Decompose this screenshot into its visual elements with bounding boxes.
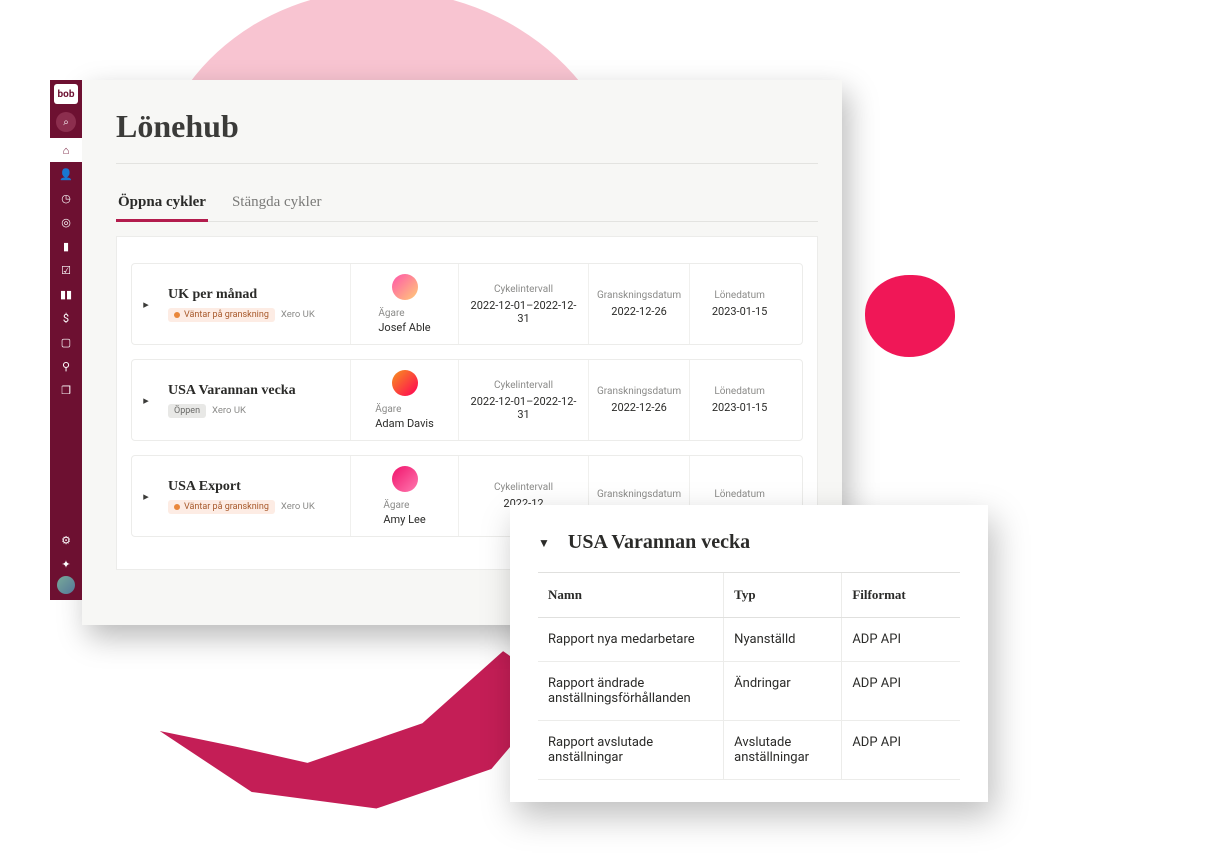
bell-icon[interactable]: ✦ <box>50 552 82 576</box>
user-avatar[interactable] <box>57 576 75 594</box>
tabs: Öppna cykler Stängda cykler <box>116 186 818 222</box>
cycle-row: ▸ UK per månad Väntar på granskning Xero… <box>131 263 803 345</box>
reports-table: Namn Typ Filformat Rapport nya medarbeta… <box>538 572 960 780</box>
owner-label: Ägare <box>375 404 434 415</box>
owner-avatar <box>392 370 418 396</box>
money-icon[interactable]: $ <box>50 306 82 330</box>
owner-name: Josef Able <box>378 321 430 334</box>
paydate-label: Lönedatum <box>714 290 765 301</box>
owner-avatar <box>392 466 418 492</box>
interval-label: Cykelintervall <box>494 482 553 493</box>
table-row[interactable]: Rapport avslutade anställningar Avslutad… <box>538 721 960 780</box>
owner-name: Adam Davis <box>375 417 434 430</box>
cycle-row: ▸ USA Varannan vecka Öppen Xero UK Ägare… <box>131 359 803 441</box>
interval-value: 2022-12-01–2022-12-31 <box>467 299 580 325</box>
review-label: Granskningsdatum <box>597 290 681 301</box>
source-label: Xero UK <box>212 405 246 416</box>
interval-value: 2022-12-01–2022-12-31 <box>467 395 580 421</box>
source-label: Xero UK <box>281 501 315 512</box>
review-value: 2022-12-26 <box>611 401 667 414</box>
owner-label: Ägare <box>378 308 430 319</box>
checkbox-icon[interactable]: ☑ <box>50 258 82 282</box>
home-icon[interactable]: ⌂ <box>50 138 82 162</box>
expand-toggle[interactable]: ▸ <box>132 360 160 440</box>
paydate-label: Lönedatum <box>714 489 765 500</box>
chart-icon[interactable]: ▮▮ <box>50 282 82 306</box>
tab-closed-cycles[interactable]: Stängda cykler <box>230 186 324 221</box>
sidebar: bob ⌕ ⌂ 👤 ◷ ◎ ▮ ☑ ▮▮ $ ▢ ⚲ ❐ ⚙ ✦ <box>50 80 82 600</box>
search-icon[interactable]: ⌕ <box>56 112 76 132</box>
owner-label: Ägare <box>383 500 425 511</box>
popup-title: USA Varannan vecka <box>568 531 750 554</box>
gift-icon[interactable]: ❐ <box>50 378 82 402</box>
org-icon[interactable]: ⚲ <box>50 354 82 378</box>
cycle-detail-popup: ▼ USA Varannan vecka Namn Typ Filformat … <box>510 505 988 802</box>
page-title: Lönehub <box>116 108 818 145</box>
cycle-name: UK per månad <box>168 287 342 303</box>
cell-name: Rapport nya medarbetare <box>538 618 724 662</box>
th-type: Typ <box>724 573 842 618</box>
review-label: Granskningsdatum <box>597 489 681 500</box>
cell-format: ADP API <box>842 662 960 721</box>
cell-type: Ändringar <box>724 662 842 721</box>
paydate-label: Lönedatum <box>714 386 765 397</box>
cell-type: Avslutade anställningar <box>724 721 842 780</box>
decorative-blob-dot <box>865 275 955 357</box>
interval-label: Cykelintervall <box>494 380 553 391</box>
paydate-value: 2023-01-15 <box>712 305 768 318</box>
expand-toggle[interactable]: ▸ <box>132 456 160 536</box>
gear-icon[interactable]: ⚙ <box>50 528 82 552</box>
person-add-icon[interactable]: 👤 <box>50 162 82 186</box>
ring-icon[interactable]: ◎ <box>50 210 82 234</box>
document-icon[interactable]: ▮ <box>50 234 82 258</box>
review-label: Granskningsdatum <box>597 386 681 397</box>
clipboard-icon[interactable]: ▢ <box>50 330 82 354</box>
status-badge: Väntar på granskning <box>168 500 275 514</box>
clock-icon[interactable]: ◷ <box>50 186 82 210</box>
status-badge: Öppen <box>168 404 206 418</box>
th-format: Filformat <box>842 573 960 618</box>
cell-format: ADP API <box>842 618 960 662</box>
divider <box>116 163 818 164</box>
owner-name: Amy Lee <box>383 513 425 526</box>
review-value: 2022-12-26 <box>611 305 667 318</box>
paydate-value: 2023-01-15 <box>712 401 768 414</box>
th-name: Namn <box>538 573 724 618</box>
cycle-name: USA Export <box>168 479 342 495</box>
collapse-toggle[interactable]: ▼ <box>538 536 550 550</box>
cell-name: Rapport ändrade anställningsförhållanden <box>538 662 724 721</box>
logo[interactable]: bob <box>54 84 78 104</box>
table-row[interactable]: Rapport nya medarbetare Nyanställd ADP A… <box>538 618 960 662</box>
tab-open-cycles[interactable]: Öppna cykler <box>116 186 208 221</box>
expand-toggle[interactable]: ▸ <box>132 264 160 344</box>
cell-type: Nyanställd <box>724 618 842 662</box>
table-row[interactable]: Rapport ändrade anställningsförhållanden… <box>538 662 960 721</box>
cell-name: Rapport avslutade anställningar <box>538 721 724 780</box>
owner-avatar <box>392 274 418 300</box>
source-label: Xero UK <box>281 309 315 320</box>
status-badge: Väntar på granskning <box>168 308 275 322</box>
cell-format: ADP API <box>842 721 960 780</box>
interval-label: Cykelintervall <box>494 284 553 295</box>
cycle-name: USA Varannan vecka <box>168 383 342 399</box>
